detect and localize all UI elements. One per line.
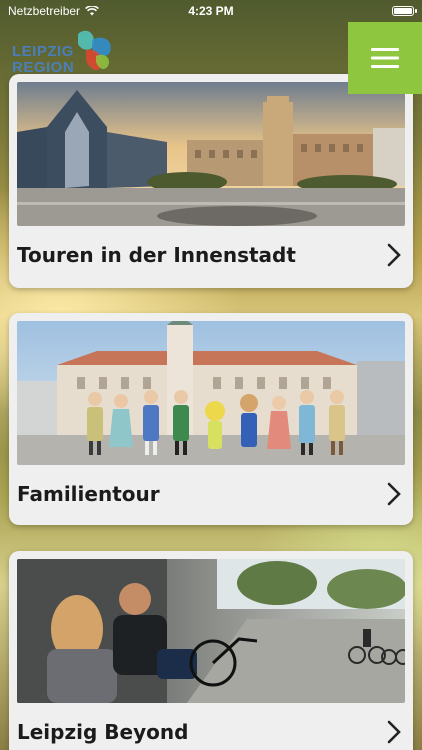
leipzig-region-logo: LEIPZIG REGION xyxy=(10,26,120,84)
status-left: Netzbetreiber xyxy=(8,4,100,18)
young-people-street-photo xyxy=(17,559,405,703)
status-bar: Netzbetreiber 4:23 PM xyxy=(0,0,422,22)
tour-card-familientour[interactable]: Familientour xyxy=(9,313,413,525)
tour-card-label-row: Touren in der Innenstadt xyxy=(17,226,401,284)
tour-title: Leipzig Beyond xyxy=(17,720,189,744)
battery-icon xyxy=(392,6,417,16)
tour-card-innenstadt[interactable]: Touren in der Innenstadt xyxy=(9,74,413,288)
hamburger-icon xyxy=(371,48,399,68)
tour-card-leipzig-beyond[interactable]: Leipzig Beyond xyxy=(9,551,413,750)
logo-text: LEIPZIG REGION xyxy=(12,44,74,76)
tour-title: Familientour xyxy=(17,482,160,506)
logo-mark-icon xyxy=(78,30,111,71)
menu-button[interactable] xyxy=(348,22,422,94)
tour-card-label-row: Leipzig Beyond xyxy=(17,703,401,750)
chevron-right-icon xyxy=(387,482,401,506)
tour-title: Touren in der Innenstadt xyxy=(17,243,296,267)
carrier-name: Netzbetreiber xyxy=(8,4,81,18)
wifi-icon xyxy=(85,6,100,16)
logo-text-line1: LEIPZIG xyxy=(12,43,74,60)
chevron-right-icon xyxy=(387,243,401,267)
status-time: 4:23 PM xyxy=(188,4,234,18)
chevron-right-icon xyxy=(387,720,401,744)
city-center-photo xyxy=(17,82,405,226)
tour-card-label-row: Familientour xyxy=(17,465,401,523)
logo-text-line2: REGION xyxy=(12,59,75,76)
family-figures-photo xyxy=(17,321,405,465)
